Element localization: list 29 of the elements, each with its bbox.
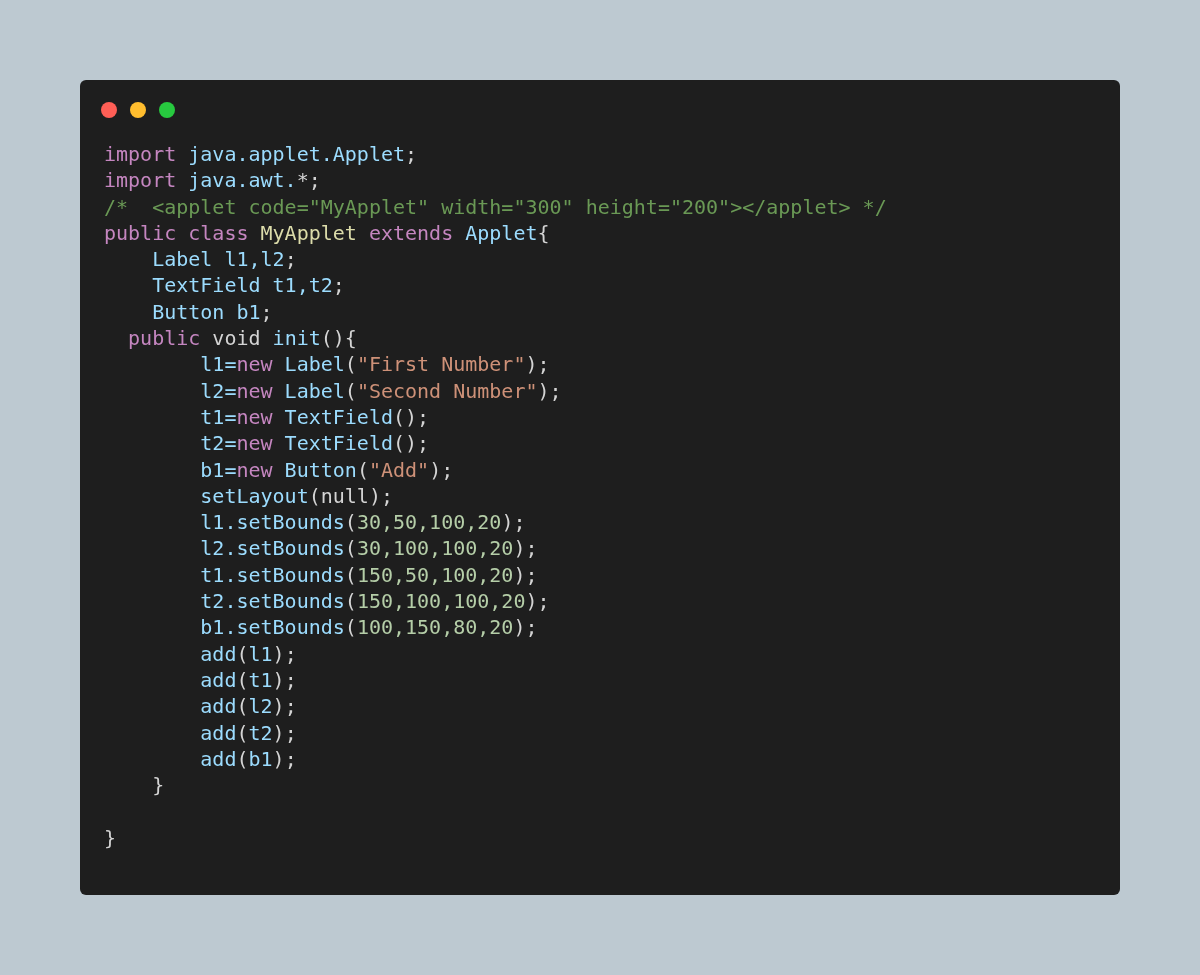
code-line: l1.setBounds(30,50,100,20); — [199, 510, 526, 535]
code-line: } — [151, 773, 165, 798]
code-line: add(b1); — [199, 746, 297, 771]
code-line: t2.setBounds(150,100,100,20); — [199, 589, 550, 614]
code-line: setLayout(null); — [199, 483, 393, 508]
code-line: add(t2); — [199, 720, 297, 745]
code-line: Button b1; — [151, 299, 273, 324]
code-line: Label l1,l2; — [151, 247, 297, 272]
window-control-button[interactable] — [101, 102, 117, 118]
code-line: t2=new TextField(); — [199, 431, 430, 456]
code-line: l2.setBounds(30,100,100,20); — [199, 536, 538, 561]
window-control-button[interactable] — [159, 102, 175, 118]
code-line: add(l1); — [199, 641, 297, 666]
code-line: l1=new Label("First Number"); — [199, 352, 550, 377]
code-line: import java.applet.Applet; — [104, 142, 418, 166]
code-line: add(t1); — [199, 667, 297, 692]
code-line: public class MyApplet extends Applet{ — [104, 220, 550, 245]
code-line: t1.setBounds(150,50,100,20); — [199, 562, 538, 587]
code-line: } — [104, 825, 117, 850]
code-line: TextField t1,t2; — [151, 273, 345, 298]
code-line: public void init(){ — [127, 326, 357, 351]
code-line: add(l2); — [199, 694, 297, 719]
code-line: l2=new Label("Second Number"); — [199, 378, 562, 403]
code-line: b1.setBounds(100,150,80,20); — [199, 615, 538, 640]
code-line: b1=new Button("Add"); — [199, 457, 454, 482]
code-line: t1=new TextField(); — [199, 404, 430, 429]
window-control-button[interactable] — [130, 102, 146, 118]
code-line: import java.awt.*; — [104, 168, 321, 193]
code-line: /* <applet code="MyApplet" width="300" height="200"></applet> */ — [104, 194, 887, 219]
